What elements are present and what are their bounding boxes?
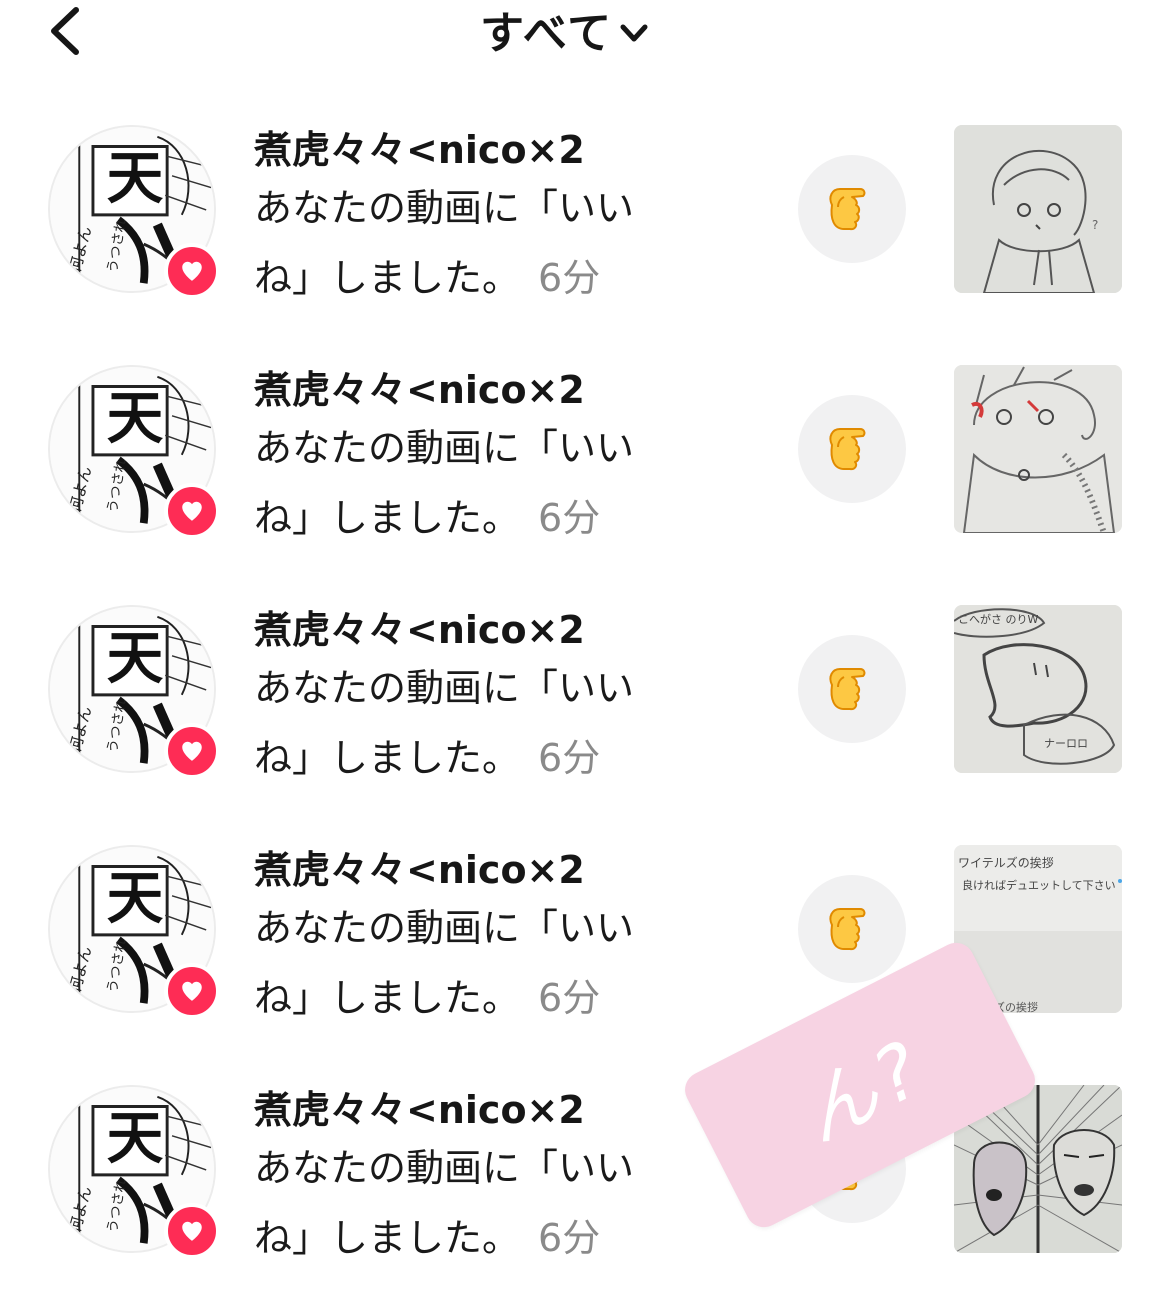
message-line: ね」しました。 6分	[254, 243, 694, 313]
like-back-button[interactable]	[798, 155, 906, 263]
svg-text:良ければデュエットして下さい: 良ければデュエットして下さい	[962, 878, 1116, 892]
username[interactable]: 煮虎々々<nico×2	[254, 607, 694, 653]
username[interactable]: 煮虎々々<nico×2	[254, 1087, 694, 1133]
message-line: あなたの動画に「いい	[254, 186, 635, 230]
timestamp: 6分	[538, 736, 601, 780]
notification-text: 煮虎々々<nico×2 あなたの動画に「いい ね」しました。 6分	[254, 607, 694, 793]
notification-text: 煮虎々々<nico×2 あなたの動画に「いい ね」しました。 6分	[254, 1087, 694, 1273]
message-line: ね」しました。 6分	[254, 963, 694, 1033]
notification-message: あなたの動画に「いい ね」しました。 6分	[254, 173, 694, 313]
video-thumbnail[interactable]: こへがさ のりW ナーロロ	[954, 605, 1122, 773]
notification-message: あなたの動画に「いい ね」しました。 6分	[254, 653, 694, 793]
heart-badge	[164, 483, 220, 539]
pointing-hand-icon	[818, 175, 886, 243]
message-tail: ね」しました。	[254, 736, 521, 780]
pointing-hand-icon	[818, 415, 886, 483]
like-back-button[interactable]	[798, 635, 906, 743]
heart-icon	[179, 738, 205, 764]
back-button[interactable]	[42, 4, 92, 56]
pointing-hand-icon	[818, 655, 886, 723]
message-tail: ね」しました。	[254, 976, 521, 1020]
username[interactable]: 煮虎々々<nico×2	[254, 127, 694, 173]
notification-text: 煮虎々々<nico×2 あなたの動画に「いい ね」しました。 6分	[254, 127, 694, 313]
notification-row[interactable]: 天 何よん うつされ 煮虎々々<nico×2 あなたの動画に「いい ね」しました…	[0, 105, 1170, 325]
message-line: あなたの動画に「いい	[254, 1146, 635, 1190]
message-line: ね」しました。 6分	[254, 483, 694, 553]
chevron-left-icon	[51, 7, 79, 55]
like-back-button[interactable]	[798, 395, 906, 503]
notification-row[interactable]: 天 何よん うつされ 煮虎々々<nico×2 あなたの動画に「いい ね」しました…	[0, 345, 1170, 565]
timestamp: 6分	[538, 496, 601, 540]
heart-badge	[164, 963, 220, 1019]
message-tail: ね」しました。	[254, 256, 521, 300]
page-title: すべて	[480, 8, 614, 59]
svg-text:天: 天	[107, 385, 164, 451]
timestamp: 6分	[538, 1216, 601, 1260]
message-tail: ね」しました。	[254, 1216, 521, 1260]
username[interactable]: 煮虎々々<nico×2	[254, 367, 694, 413]
heart-icon	[179, 258, 205, 284]
svg-text:こへがさ のりW: こへがさ のりW	[958, 612, 1038, 626]
heart-icon	[179, 498, 205, 524]
svg-text:天: 天	[107, 625, 164, 691]
svg-text:?: ?	[1092, 218, 1098, 232]
heart-badge	[164, 243, 220, 299]
like-back-button[interactable]	[798, 875, 906, 983]
svg-text:天: 天	[107, 865, 164, 931]
svg-text:天: 天	[107, 145, 164, 211]
username[interactable]: 煮虎々々<nico×2	[254, 847, 694, 893]
filter-dropdown[interactable]: すべて	[480, 0, 651, 59]
sticker-text: ん?	[785, 1022, 941, 1160]
notification-message: あなたの動画に「いい ね」しました。 6分	[254, 413, 694, 553]
heart-badge	[164, 723, 220, 779]
timestamp: 6分	[538, 976, 601, 1020]
message-line: あなたの動画に「いい	[254, 906, 635, 950]
notification-message: あなたの動画に「いい ね」しました。 6分	[254, 1133, 694, 1273]
video-thumbnail[interactable]	[954, 365, 1122, 533]
heart-icon	[179, 1218, 205, 1244]
message-tail: ね」しました。	[254, 496, 521, 540]
pointing-hand-icon	[818, 895, 886, 963]
message-line: ね」しました。 6分	[254, 1203, 694, 1273]
notification-row[interactable]: 天 何よん うつされ 煮虎々々<nico×2 あなたの動画に「いい ね」しました…	[0, 585, 1170, 805]
notification-text: 煮虎々々<nico×2 あなたの動画に「いい ね」しました。 6分	[254, 367, 694, 553]
timestamp: 6分	[538, 256, 601, 300]
notification-message: あなたの動画に「いい ね」しました。 6分	[254, 893, 694, 1033]
video-thumbnail[interactable]: ?	[954, 125, 1122, 293]
svg-text:ナーロロ: ナーロロ	[1044, 737, 1088, 750]
notification-text: 煮虎々々<nico×2 あなたの動画に「いい ね」しました。 6分	[254, 847, 694, 1033]
message-line: ね」しました。 6分	[254, 723, 694, 793]
svg-text:ワイテルズの挨拶: ワイテルズの挨拶	[958, 855, 1054, 870]
svg-text:天: 天	[107, 1105, 164, 1171]
chevron-down-icon	[620, 24, 648, 42]
message-line: あなたの動画に「いい	[254, 666, 635, 710]
message-line: あなたの動画に「いい	[254, 426, 635, 470]
top-bar: すべて	[0, 0, 1170, 70]
heart-badge	[164, 1203, 220, 1259]
heart-icon	[179, 978, 205, 1004]
